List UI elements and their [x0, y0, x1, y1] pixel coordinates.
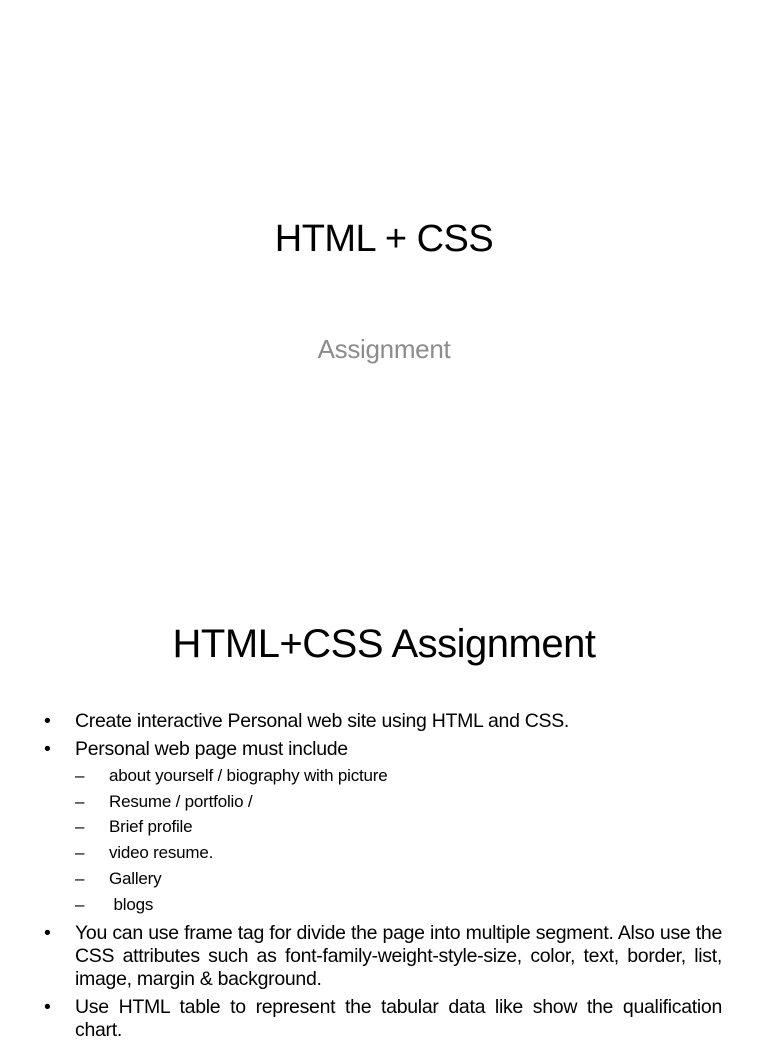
slide-subtitle: Assignment — [317, 334, 451, 364]
bullet-item: • Use HTML table to represent the tabula… — [44, 996, 722, 1042]
bullet-icon: • — [44, 738, 51, 760]
bullet-list: • Create interactive Personal web site u… — [44, 710, 722, 1047]
sub-item: – about yourself / biography with picture — [75, 763, 722, 789]
bullet-text: Create interactive Personal web site usi… — [75, 710, 570, 732]
bullet-text: Use HTML table to represent the tabular … — [75, 996, 722, 1042]
sub-list: – about yourself / biography with picture… — [75, 763, 722, 917]
sub-item: – Brief profile — [75, 814, 722, 840]
dash-icon: – — [75, 894, 85, 914]
bullet-item: • Personal web page must include – about … — [44, 738, 722, 917]
bullet-text: You can use frame tag for divide the pag… — [75, 922, 722, 991]
slide-title: HTML + CSS — [274, 218, 494, 260]
bullet-text: Personal web page must include — [75, 738, 348, 760]
sub-item-text: Gallery — [109, 868, 162, 888]
sub-item-text: video resume. — [109, 843, 214, 863]
bullet-item: • Create interactive Personal web site u… — [44, 710, 722, 733]
bullet-item: • You can use frame tag for divide the p… — [44, 922, 722, 991]
sub-item: – Resume / portfolio / — [75, 789, 722, 815]
sub-item-text: Resume / portfolio / — [109, 791, 253, 811]
bullet-icon: • — [44, 922, 51, 945]
sub-item-text: blogs — [109, 894, 154, 914]
sub-item-text: about yourself / biography with picture — [109, 766, 388, 785]
bullet-icon: • — [44, 710, 51, 732]
dash-icon: – — [75, 817, 85, 837]
dash-icon: – — [75, 868, 85, 888]
sub-item-text: Brief profile — [109, 817, 193, 837]
bullet-icon: • — [44, 996, 51, 1019]
dash-icon: – — [75, 843, 85, 863]
sub-item: – blogs — [75, 892, 722, 918]
assignment-title: HTML+CSS Assignment — [172, 622, 596, 666]
dash-icon: – — [75, 791, 85, 811]
sub-item: – Gallery — [75, 866, 722, 892]
dash-icon: – — [75, 766, 85, 785]
sub-item: – video resume. — [75, 840, 722, 866]
